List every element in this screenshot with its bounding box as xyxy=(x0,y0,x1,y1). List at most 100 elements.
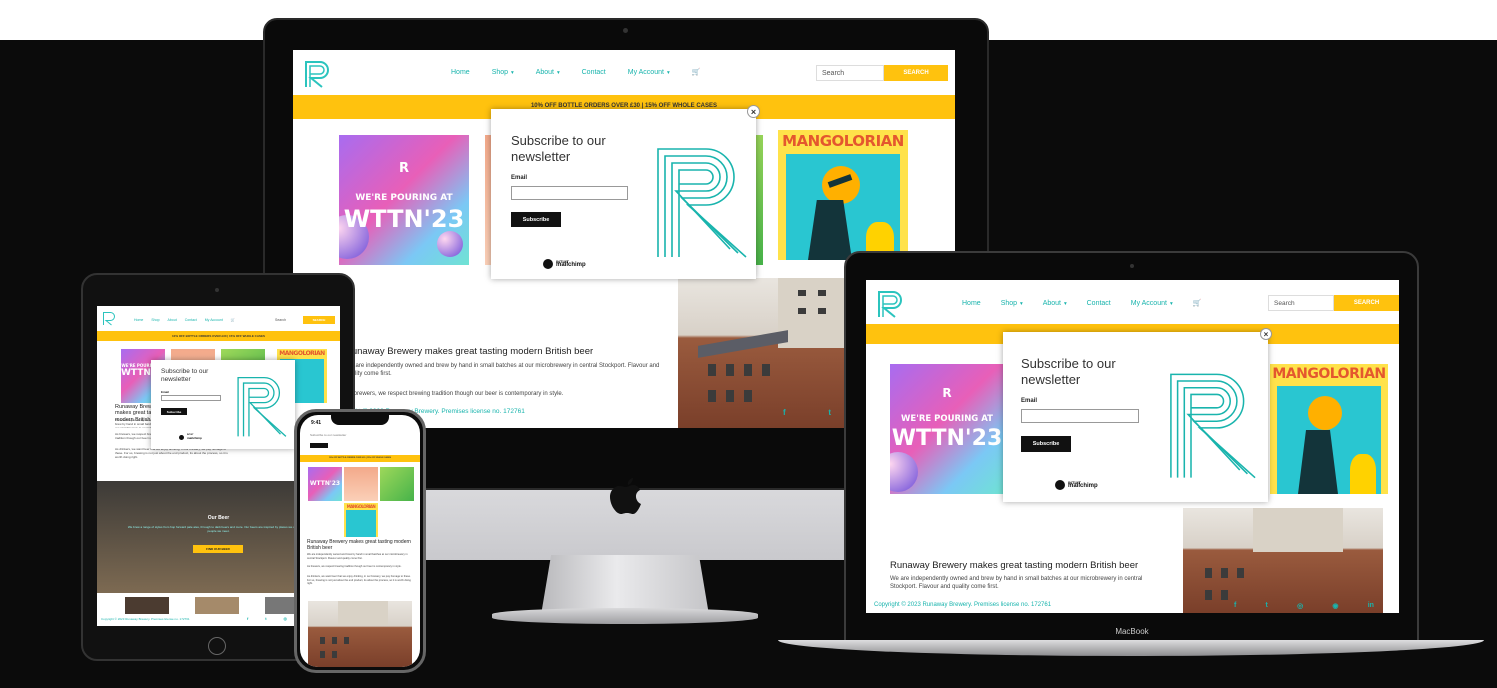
gallery-photo xyxy=(125,597,169,614)
close-icon[interactable]: × xyxy=(1260,328,1272,340)
nav-account[interactable]: My Account ▾ xyxy=(628,69,670,76)
cart-icon[interactable]: 🛒 xyxy=(231,318,235,322)
tile-text: WE'RE POURING AT xyxy=(901,414,993,424)
photo-window xyxy=(744,364,752,376)
nav-shop[interactable]: Shop ▾ xyxy=(1001,300,1023,307)
brand-r-logo-icon xyxy=(657,148,747,258)
promo-banner: 10% OFF BOTTLE ORDERS OVER £30 | 15% OFF… xyxy=(300,455,420,462)
find-our-beer-button[interactable]: FIND OUR BEER xyxy=(193,545,243,553)
github-icon[interactable]: ◉ xyxy=(1332,602,1338,610)
brand-logo-icon[interactable] xyxy=(303,59,335,89)
brand-logo-icon[interactable] xyxy=(102,311,118,326)
phone-status-time: 9:41 xyxy=(311,420,322,426)
nav-shop-label: Shop xyxy=(491,68,509,76)
nav-about[interactable]: About ▾ xyxy=(536,69,560,76)
nav-home[interactable]: Home xyxy=(451,69,470,76)
search-button[interactable]: SEARCH xyxy=(884,65,948,81)
brand-logo-icon[interactable] xyxy=(876,289,908,319)
mailchimp-logo: INTUIT mailchimp xyxy=(179,434,202,441)
tile-logo: R xyxy=(398,161,409,176)
twitter-icon[interactable]: t xyxy=(265,616,266,621)
facebook-icon[interactable]: f xyxy=(783,408,786,417)
nav-about[interactable]: About xyxy=(168,318,177,322)
nav-about-label: About xyxy=(1042,299,1061,307)
tile-text-large: WTTN'23 xyxy=(343,205,465,233)
photo-window xyxy=(332,651,337,658)
email-field[interactable] xyxy=(511,186,628,200)
brand-r-logo-icon xyxy=(1170,373,1256,479)
close-icon[interactable]: × xyxy=(747,105,760,118)
email-label: Email xyxy=(1021,398,1038,404)
subscribe-button[interactable]: Subscribe xyxy=(511,212,561,227)
photo-window xyxy=(726,390,734,402)
twitter-icon[interactable]: t xyxy=(828,408,831,417)
nav-account-label: My Account xyxy=(1130,299,1167,307)
promo-banner: 10% OFF BOTTLE ORDERS OVER £30 | 15% OFF… xyxy=(97,331,340,341)
subscribe-button[interactable]: Subscribe xyxy=(1021,436,1071,452)
product-tile-wttn[interactable]: R WE'RE POURING AT WTTN'23 xyxy=(339,135,469,265)
tile-art-sky xyxy=(346,510,376,537)
about-paragraph-1: We are independently owned and brew by h… xyxy=(345,363,660,378)
chevron-down-icon: ▾ xyxy=(556,69,560,76)
photo-window xyxy=(1237,568,1244,578)
laptop-screen: Home Shop ▾ About ▾ Contact My Account ▾ 🛒 … xyxy=(866,280,1399,613)
subscribe-button[interactable]: Subscribe xyxy=(161,408,187,415)
product-tile-mangolorian[interactable]: MANGOLORIAN xyxy=(344,503,378,537)
imac-camera xyxy=(623,28,628,33)
nav-account[interactable]: My Account xyxy=(205,318,223,322)
nav-shop[interactable]: Shop xyxy=(151,318,159,322)
about-heading: Runaway Brewery makes great tasting mode… xyxy=(345,346,594,357)
search-input[interactable]: Search xyxy=(1268,295,1334,311)
nav-contact[interactable]: Contact xyxy=(1087,300,1111,307)
product-tile-wttn[interactable]: WTTN'23 xyxy=(308,467,342,501)
nav-contact[interactable]: Contact xyxy=(582,69,606,76)
tile-text: MANGOLORIAN xyxy=(1272,366,1386,382)
facebook-icon[interactable]: f xyxy=(1234,602,1236,610)
facebook-icon[interactable]: f xyxy=(247,616,248,621)
chevron-down-icon: ▾ xyxy=(511,69,514,76)
instagram-icon[interactable]: ◎ xyxy=(284,616,288,621)
linkedin-icon[interactable]: in xyxy=(1368,602,1374,610)
tile-decoration xyxy=(437,231,463,257)
search-button[interactable]: SEARCH xyxy=(1334,295,1399,311)
tile-text-large: WTTN'23 xyxy=(891,426,1003,451)
product-tile-mangolorian[interactable]: MANGOLORIAN xyxy=(1270,364,1388,494)
email-field[interactable] xyxy=(161,395,221,401)
main-nav: Home Shop About Contact My Account 🛒 xyxy=(134,318,235,322)
photo-window xyxy=(744,390,752,402)
tile-text: MANGOLORIAN xyxy=(346,504,376,509)
search-button[interactable]: SEARCH xyxy=(303,316,335,324)
nav-contact[interactable]: Contact xyxy=(185,318,197,322)
cart-icon[interactable]: 🛒 xyxy=(1193,299,1202,307)
search-input[interactable]: Search xyxy=(816,65,884,81)
cart-icon[interactable]: 🛒 xyxy=(692,68,701,76)
nav-account[interactable]: My Account ▾ xyxy=(1131,300,1173,307)
subscribe-button[interactable] xyxy=(310,443,328,448)
instagram-icon[interactable]: ◎ xyxy=(1297,602,1303,610)
tablet-home-button[interactable] xyxy=(208,637,226,655)
nav-shop[interactable]: Shop ▾ xyxy=(492,69,514,76)
nav-about[interactable]: About ▾ xyxy=(1043,300,1067,307)
product-tile-mangolorian[interactable]: MANGOLORIAN xyxy=(778,130,908,260)
nav-home[interactable]: Home xyxy=(962,300,981,307)
main-nav: Home Shop ▾ About ▾ Contact My Account ▾ 🛒 xyxy=(451,68,701,77)
mailchimp-wordmark: INTUIT mailchimp xyxy=(187,434,202,441)
photo-window xyxy=(320,651,325,658)
email-field[interactable] xyxy=(1021,409,1139,423)
twitter-icon[interactable]: t xyxy=(1266,602,1268,610)
product-tile-peach[interactable] xyxy=(344,467,378,501)
nav-home[interactable]: Home xyxy=(134,318,143,322)
tile-text: WE'RE POURING AT xyxy=(355,193,453,203)
about-heading: Runaway Brewery makes great tasting mode… xyxy=(307,539,411,551)
search-input[interactable]: Search xyxy=(273,316,303,324)
product-tile-wttn[interactable]: R WE'RE POURING AT WTTN'23 xyxy=(890,364,1004,494)
photo-window xyxy=(1205,590,1212,600)
product-tile-green[interactable] xyxy=(380,467,414,501)
photo-window xyxy=(798,290,806,296)
tile-text: MANGOLORIAN xyxy=(782,132,904,150)
photo-window xyxy=(708,364,716,376)
mailchimp-text: mailchimp xyxy=(187,436,202,441)
photo-window xyxy=(818,290,826,296)
mailchimp-wordmark: INTUIT mailchimp xyxy=(556,259,586,269)
modal-title: Subscribe to our newsletter xyxy=(161,368,209,383)
